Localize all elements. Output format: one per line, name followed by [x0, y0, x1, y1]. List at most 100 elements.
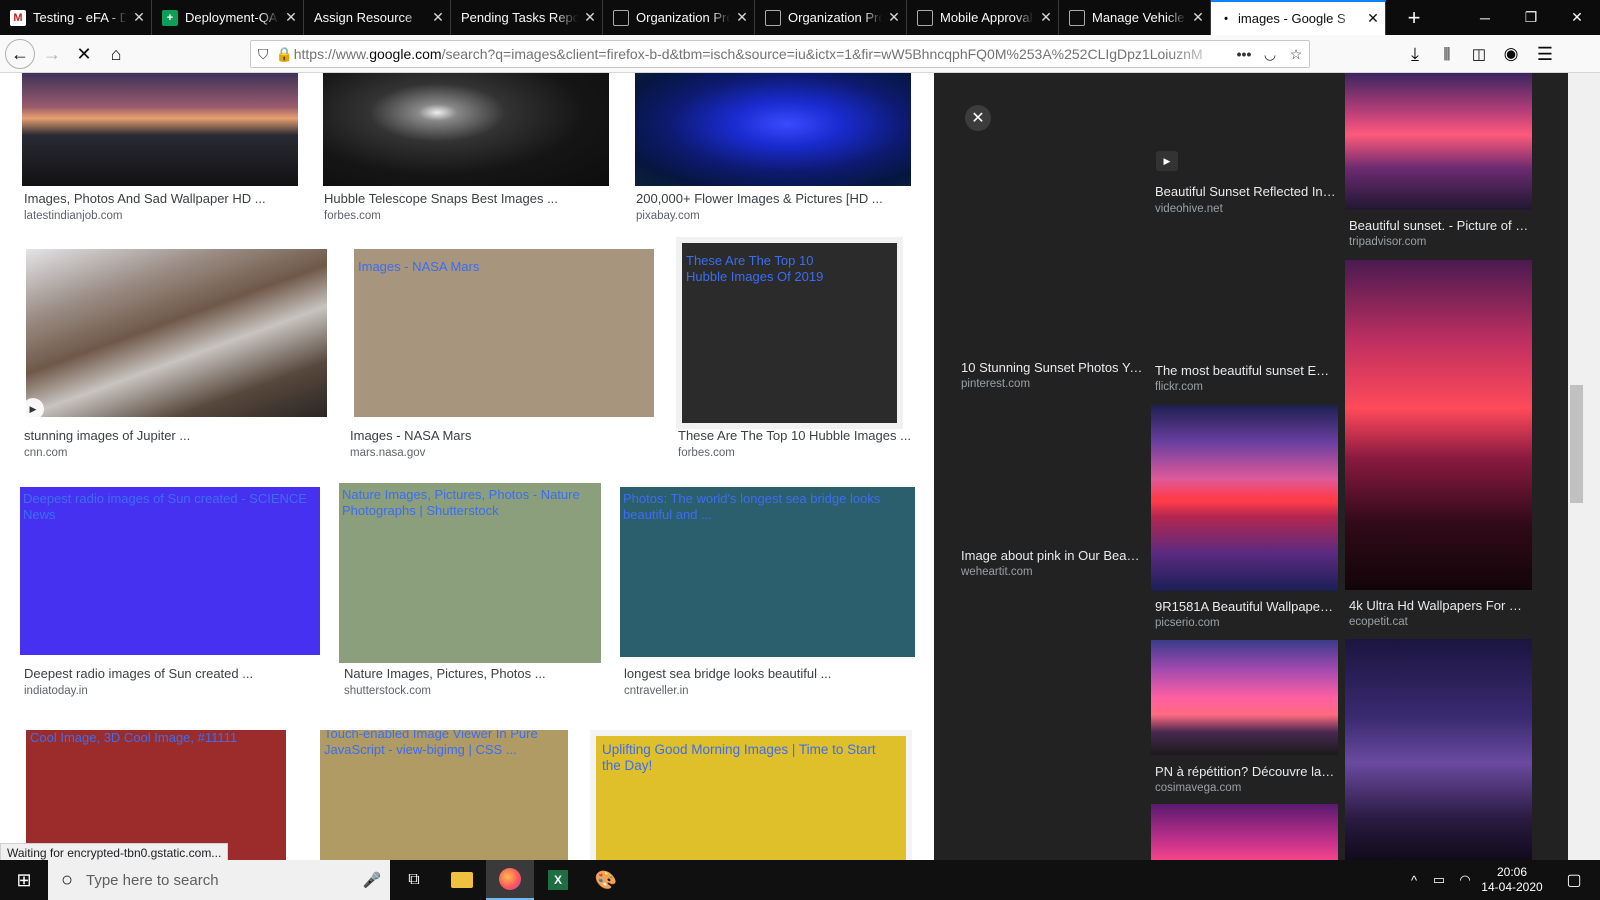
related-source[interactable]: tripadvisor.com	[1349, 236, 1426, 248]
result-title[interactable]: stunning images of Jupiter ...	[24, 428, 190, 443]
close-icon[interactable]: ✕	[426, 9, 450, 26]
back-button[interactable]: ←	[5, 39, 35, 69]
tab-organization-pref-2[interactable]: Organization Pref ✕	[755, 0, 907, 35]
scrollbar-thumb[interactable]	[1570, 385, 1583, 503]
related-source[interactable]: cosimavega.com	[1155, 782, 1241, 794]
result-source[interactable]: forbes.com	[678, 447, 735, 459]
result-thumbnail[interactable]	[26, 249, 327, 417]
related-source[interactable]: weheartit.com	[961, 566, 1033, 578]
result-card[interactable]: Deepest radio images of Sun created - SC…	[20, 483, 320, 708]
tab-google-images[interactable]: • images - Google S ✕	[1211, 0, 1386, 35]
related-source[interactable]: pinterest.com	[961, 378, 1030, 390]
result-thumbnail[interactable]: Nature Images, Pictures, Photos - Nature…	[339, 483, 601, 663]
result-card[interactable]: Nature Images, Pictures, Photos - Nature…	[338, 483, 608, 708]
preview-scrollbar[interactable]	[1568, 73, 1585, 860]
paint-icon[interactable]: 🎨	[582, 860, 630, 900]
result-title[interactable]: longest sea bridge looks beautiful ...	[624, 666, 831, 681]
windows-start-icon[interactable]: ⊞	[0, 860, 48, 900]
result-thumbnail[interactable]: Touch-enabled Image Viewer In Pure JavaS…	[320, 730, 568, 860]
close-icon[interactable]: ✕	[578, 9, 602, 26]
tab-organization-pref-1[interactable]: Organization Pref ✕	[603, 0, 755, 35]
excel-icon[interactable]: X	[534, 860, 582, 900]
battery-icon[interactable]: ▭	[1426, 860, 1452, 900]
firefox-icon[interactable]	[486, 860, 534, 900]
related-thumbnail[interactable]	[1151, 640, 1338, 755]
bookmark-star-icon[interactable]: ☆	[1283, 46, 1309, 63]
account-icon[interactable]: ◉	[1496, 39, 1526, 69]
task-view-icon[interactable]: ⧉	[390, 860, 438, 900]
result-title[interactable]: 200,000+ Flower Images & Pictures [HD ..…	[636, 191, 883, 206]
result-card[interactable]: These Are The Top 10 Hubble Images Of 20…	[676, 243, 916, 468]
related-title[interactable]: PN à répétition? Découvre la ps...	[1155, 764, 1337, 779]
related-title[interactable]: 10 Stunning Sunset Photos You...	[961, 360, 1143, 375]
pocket-icon[interactable]: ◡	[1257, 46, 1283, 63]
tab-deployment[interactable]: + Deployment-QA S ✕	[152, 0, 304, 35]
result-card[interactable]: ▶ stunning images of Jupiter ... cnn.com	[20, 243, 338, 468]
forward-button[interactable]: →	[37, 39, 67, 69]
page-scrollbar[interactable]	[1585, 73, 1600, 860]
result-thumbnail[interactable]: Deepest radio images of Sun created - SC…	[20, 487, 320, 655]
result-thumbnail[interactable]: Cool Image, 3D Cool Image, #11111	[26, 730, 286, 860]
close-icon[interactable]: ✕	[127, 9, 151, 26]
tab-testing[interactable]: M Testing - eFA - Dr ✕	[0, 0, 152, 35]
result-title[interactable]: Deepest radio images of Sun created ...	[24, 666, 253, 681]
taskbar-search-box[interactable]: ○ Type here to search 🎤	[48, 860, 390, 900]
related-source[interactable]: flickr.com	[1155, 381, 1203, 393]
tab-manage-vehicle[interactable]: Manage Vehicle ✕	[1059, 0, 1211, 35]
related-thumbnail[interactable]	[1151, 405, 1338, 591]
result-source[interactable]: indiatoday.in	[24, 685, 88, 697]
close-icon[interactable]: ✕	[279, 9, 303, 26]
tab-mobile-approval[interactable]: Mobile Approval ✕	[907, 0, 1059, 35]
related-title[interactable]: 9R1581A Beautiful Wallpaper P...	[1155, 599, 1337, 614]
home-icon[interactable]: ⌂	[101, 39, 131, 69]
file-explorer-icon[interactable]	[438, 860, 486, 900]
related-source[interactable]: ecopetit.cat	[1349, 616, 1408, 628]
result-card[interactable]: Hubble Telescope Snaps Best Images ... f…	[300, 73, 620, 233]
result-card[interactable]: Photos: The world's longest sea bridge l…	[620, 483, 920, 708]
restore-button[interactable]: ❐	[1508, 0, 1554, 35]
related-thumbnail[interactable]	[1151, 804, 1338, 860]
close-icon[interactable]: ✕	[730, 9, 754, 26]
result-title[interactable]: Hubble Telescope Snaps Best Images ...	[324, 191, 558, 206]
related-title[interactable]: Beautiful sunset. - Picture of S...	[1349, 218, 1531, 233]
result-source[interactable]: cntraveller.in	[624, 685, 689, 697]
related-source[interactable]: picserio.com	[1155, 617, 1220, 629]
result-thumbnail[interactable]: Images - NASA Mars	[354, 249, 654, 417]
download-icon[interactable]: ⤓	[1400, 39, 1430, 69]
result-source[interactable]: forbes.com	[324, 210, 381, 222]
library-icon[interactable]: ⫼	[1432, 39, 1462, 69]
result-card[interactable]: Touch-enabled Image Viewer In Pure JavaS…	[320, 730, 570, 860]
result-title[interactable]: These Are The Top 10 Hubble Images ...	[678, 428, 911, 443]
clock[interactable]: 20:06 14-04-2020	[1480, 860, 1544, 900]
close-icon[interactable]: ✕	[1034, 9, 1058, 26]
tab-pending-tasks[interactable]: Pending Tasks Report ✕	[451, 0, 603, 35]
close-icon[interactable]: ✕	[965, 105, 991, 131]
microphone-icon[interactable]: 🎤	[354, 871, 390, 889]
new-tab-button[interactable]: +	[1396, 0, 1432, 35]
related-title[interactable]: The most beautiful sunset EVE...	[1155, 363, 1337, 378]
close-icon[interactable]: ✕	[1361, 10, 1385, 27]
result-card[interactable]: Cool Image, 3D Cool Image, #11111	[26, 730, 291, 860]
result-card[interactable]: Images, Photos And Sad Wallpaper HD ... …	[0, 73, 300, 233]
related-title[interactable]: Image about pink in Our Beautif...	[961, 548, 1143, 563]
tab-assign-resource[interactable]: Assign Resource ✕	[304, 0, 451, 35]
result-source[interactable]: shutterstock.com	[344, 685, 431, 697]
close-icon[interactable]: ✕	[1186, 9, 1210, 26]
related-title[interactable]: Beautiful Sunset Reflected In W...	[1155, 184, 1337, 199]
close-icon[interactable]: ✕	[882, 9, 906, 26]
related-source[interactable]: videohive.net	[1155, 203, 1223, 215]
result-thumbnail[interactable]	[635, 73, 911, 186]
result-thumbnail[interactable]	[22, 73, 298, 186]
shield-icon[interactable]: ⛉	[251, 46, 275, 63]
result-card[interactable]: Images - NASA Mars Images - NASA Mars ma…	[350, 243, 670, 468]
result-source[interactable]: cnn.com	[24, 447, 67, 459]
url-bar[interactable]: ⛉ 🔒 https://www. google.com/search?q=imag…	[250, 40, 1310, 68]
result-title[interactable]: Images - NASA Mars	[350, 428, 471, 443]
result-source[interactable]: mars.nasa.gov	[350, 447, 425, 459]
chevron-up-icon[interactable]: ^	[1402, 860, 1426, 900]
sidebar-icon[interactable]: ◫	[1464, 39, 1494, 69]
result-source[interactable]: pixabay.com	[636, 210, 700, 222]
related-thumbnail[interactable]	[1345, 73, 1532, 210]
result-thumbnail[interactable]: Photos: The world's longest sea bridge l…	[620, 487, 915, 657]
window-close-button[interactable]: ✕	[1554, 0, 1600, 35]
